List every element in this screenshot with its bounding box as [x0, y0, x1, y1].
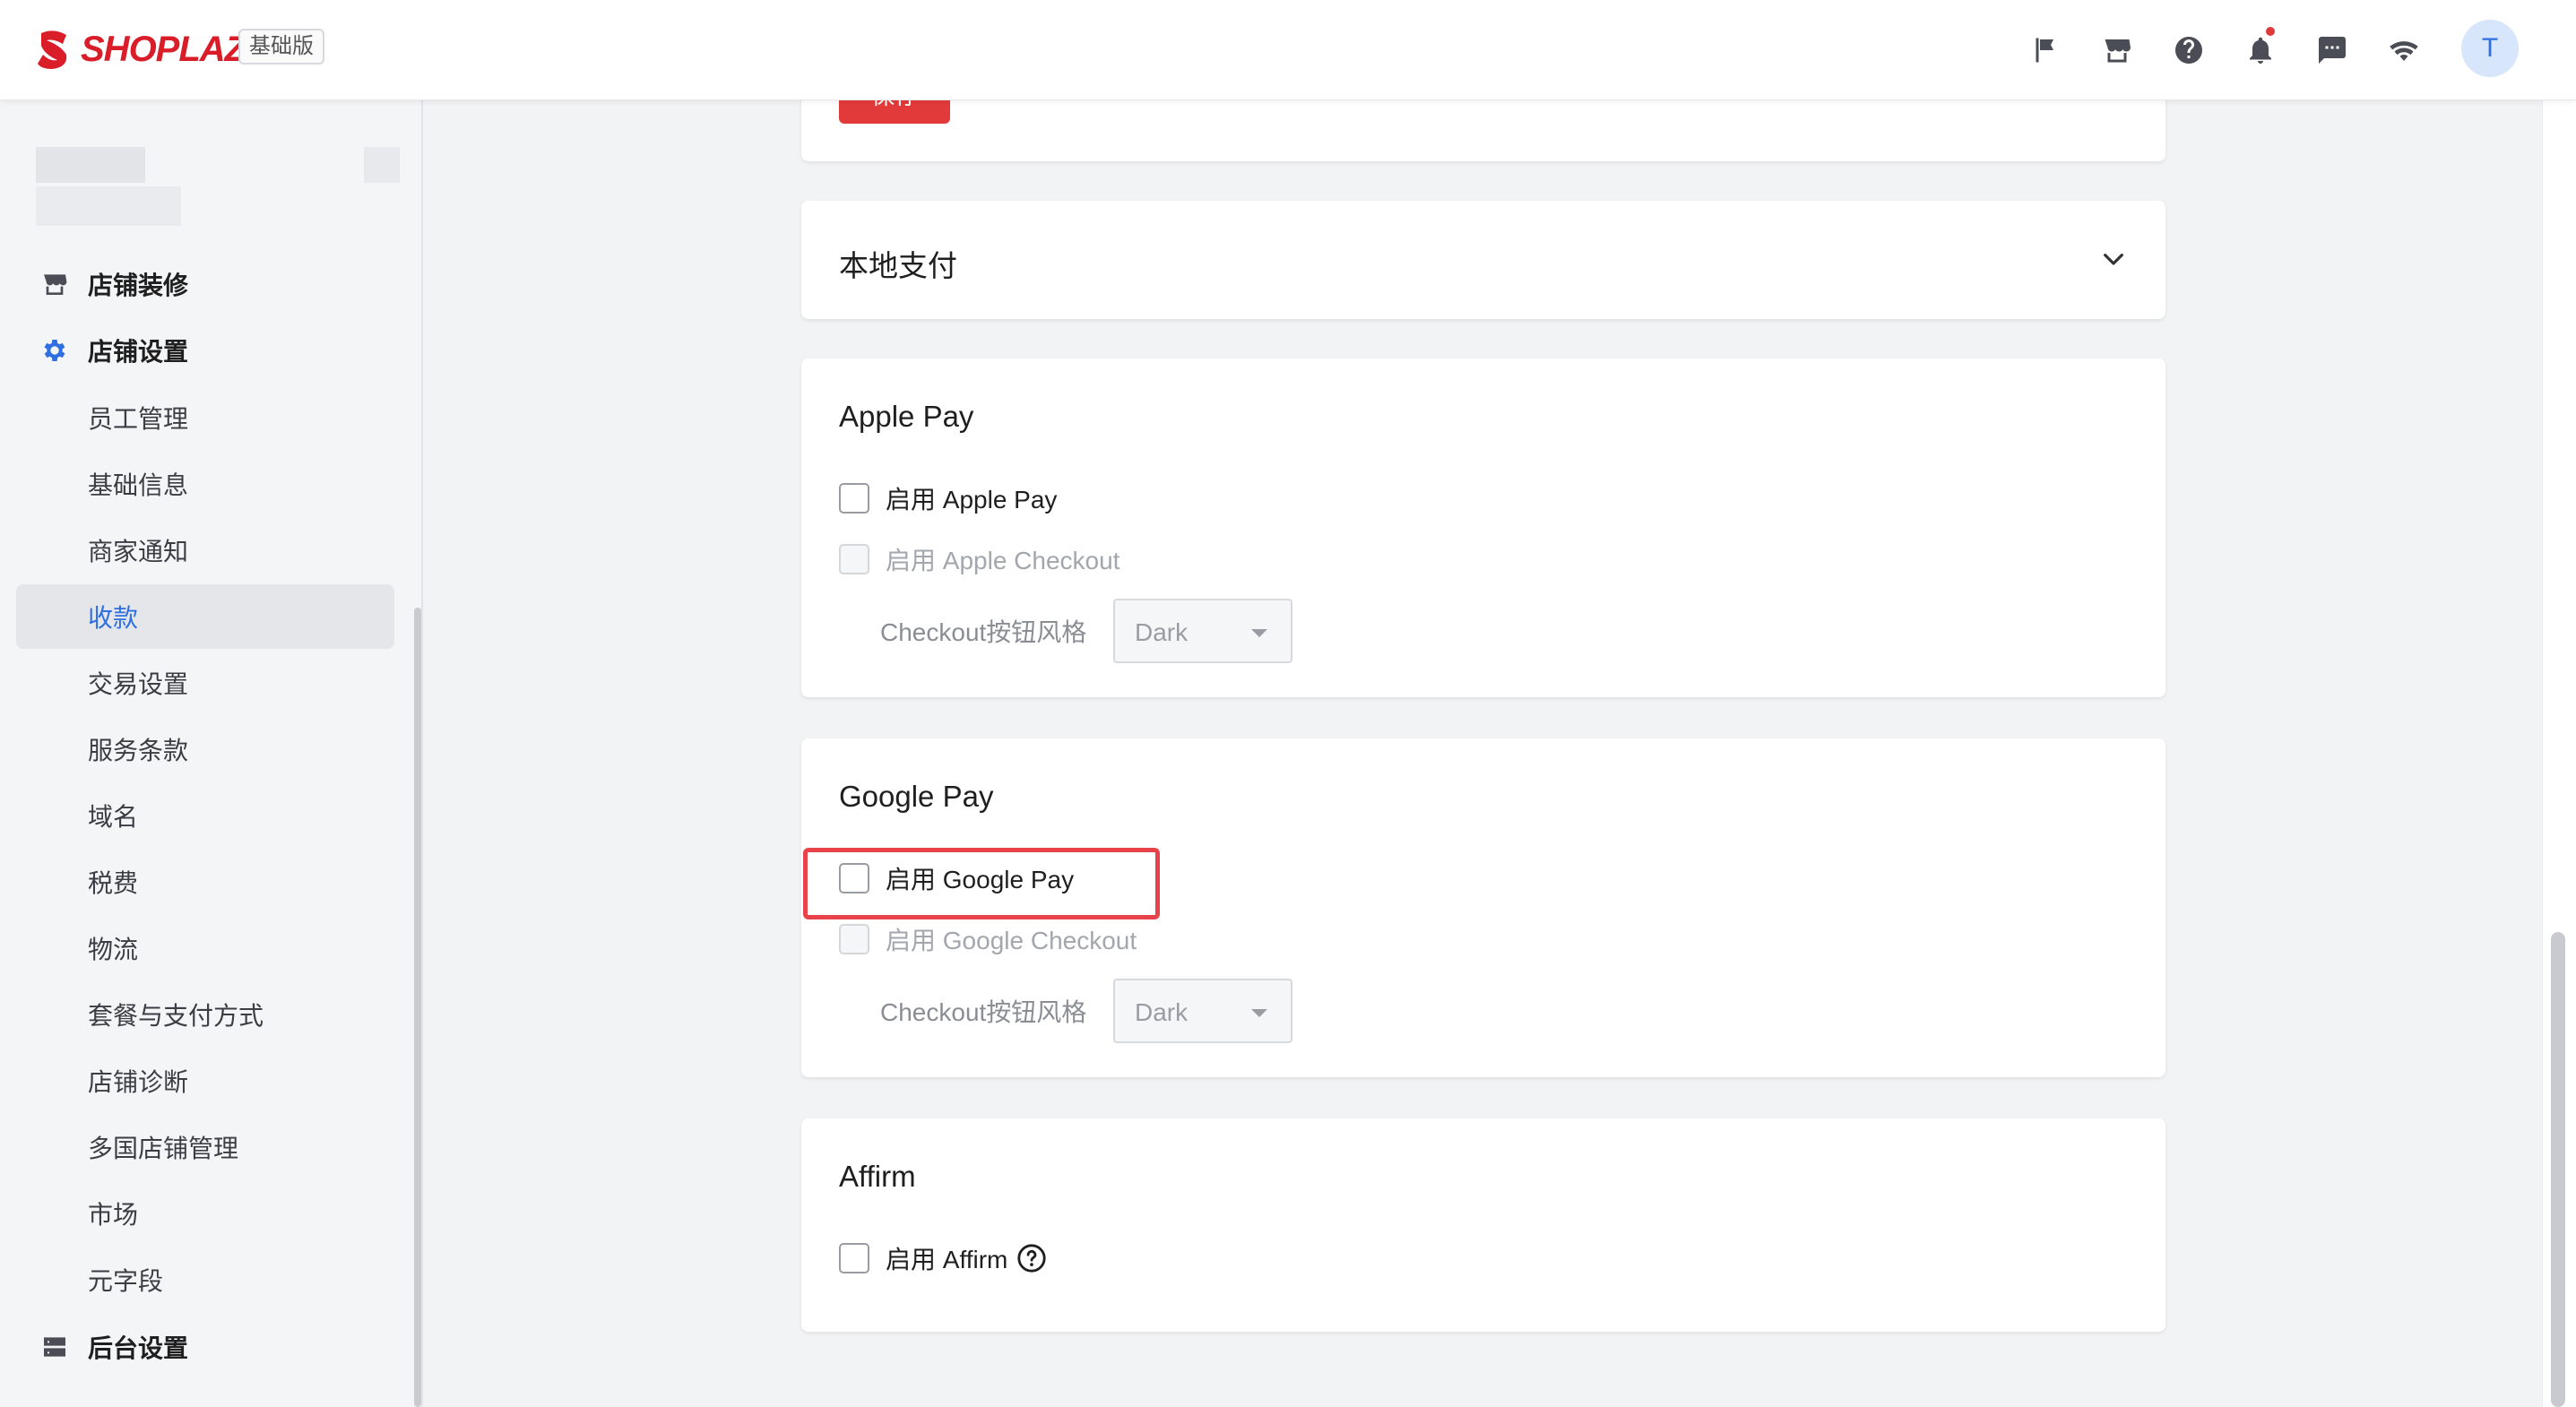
- sidebar-item-label: 商家通知: [88, 538, 189, 565]
- sidebar-item-store-diagnosis[interactable]: 店铺诊断: [16, 1049, 394, 1113]
- sidebar-item-checkout-settings[interactable]: 交易设置: [16, 651, 394, 715]
- sidebar-group-label: 后台设置: [88, 1334, 189, 1362]
- sidebar-item-label: 服务条款: [88, 737, 189, 764]
- sidebar-item-label: 员工管理: [88, 405, 189, 433]
- logo-mark-icon: [38, 30, 67, 69]
- affirm-enable-row[interactable]: 启用 Affirm: [839, 1240, 1047, 1276]
- chevron-down-icon[interactable]: [2099, 246, 2128, 274]
- bell-icon[interactable]: [2241, 30, 2280, 70]
- google-checkout-row: 启用 Google Checkout: [839, 921, 1137, 957]
- notification-dot: [2266, 27, 2275, 36]
- checkbox-label: 启用 Apple Pay: [886, 486, 1058, 514]
- sidebar-item-label: 基础信息: [88, 471, 189, 499]
- sidebar-item-label: 收款: [88, 604, 139, 632]
- google-checkout-style-select: Dark: [1113, 979, 1292, 1043]
- sidebar-group-store-settings[interactable]: 店铺设置: [0, 317, 423, 384]
- sidebar-item-label: 税费: [88, 869, 139, 897]
- store-icon: [39, 269, 70, 299]
- store-name-placeholder: [36, 147, 145, 183]
- apple-checkout-row: 启用 Apple Checkout: [839, 541, 1119, 577]
- gear-icon: [39, 335, 70, 366]
- sidebar-item-plans-billing[interactable]: 套餐与支付方式: [16, 982, 394, 1047]
- sidebar-group-label: 店铺装修: [88, 272, 189, 299]
- style-label: Checkout按钮风格: [880, 618, 1087, 646]
- affirm-card: Affirm 启用 Affirm: [801, 1118, 2165, 1332]
- sidebar-item-label: 多国店铺管理: [88, 1135, 239, 1162]
- caret-down-icon: [1251, 629, 1267, 637]
- checkbox-label: 启用 Affirm: [886, 1246, 1008, 1273]
- google-checkout-style-row: Checkout按钮风格 Dark: [880, 979, 1292, 1043]
- wifi-icon[interactable]: [2384, 30, 2424, 70]
- sidebar: 店铺装修 店铺设置 员工管理 基础信息 商家通知 收款 交易设置 服务条款 域名…: [0, 100, 423, 1407]
- sidebar-item-notifications[interactable]: 商家通知: [16, 518, 394, 583]
- apple-checkout-checkbox: [839, 544, 869, 574]
- help-icon[interactable]: [2169, 30, 2209, 70]
- local-payment-card[interactable]: 本地支付: [801, 201, 2165, 319]
- style-label: Checkout按钮风格: [880, 998, 1087, 1026]
- sidebar-item-multi-store[interactable]: 多国店铺管理: [16, 1115, 394, 1179]
- main-scrollbar-thumb[interactable]: [2551, 932, 2565, 1407]
- card-title: Affirm: [839, 1160, 916, 1193]
- message-icon[interactable]: [2312, 30, 2352, 70]
- select-value: Dark: [1135, 998, 1189, 1026]
- sidebar-item-domains[interactable]: 域名: [16, 783, 394, 848]
- sidebar-group-store-design[interactable]: 店铺装修: [0, 251, 423, 317]
- sidebar-item-label: 物流: [88, 936, 139, 963]
- sidebar-scrollbar[interactable]: [414, 608, 421, 1407]
- sidebar-item-label: 交易设置: [88, 670, 189, 698]
- store-url-placeholder: [36, 186, 181, 226]
- store-icon[interactable]: [2097, 30, 2137, 70]
- sidebar-item-label: 套餐与支付方式: [88, 1002, 264, 1030]
- sidebar-item-terms[interactable]: 服务条款: [16, 717, 394, 781]
- apple-checkout-style-row: Checkout按钮风格 Dark: [880, 599, 1292, 663]
- sidebar-item-payments[interactable]: 收款: [16, 584, 394, 649]
- sidebar-group-label: 店铺设置: [88, 338, 189, 366]
- checkbox-label: 启用 Google Checkout: [886, 927, 1137, 954]
- apple-pay-card: Apple Pay 启用 Apple Pay 启用 Apple Checkout…: [801, 358, 2165, 697]
- sidebar-item-label: 元字段: [88, 1267, 164, 1295]
- top-header: SHOPLAZZA 基础版 T: [0, 0, 2576, 100]
- sidebar-item-label: 店铺诊断: [88, 1068, 189, 1096]
- store-switch-placeholder[interactable]: [364, 147, 400, 183]
- server-icon: [39, 1332, 70, 1362]
- affirm-checkbox[interactable]: [839, 1243, 869, 1273]
- sidebar-item-basic-info[interactable]: 基础信息: [16, 452, 394, 516]
- checkbox-label: 启用 Apple Checkout: [886, 547, 1120, 574]
- sidebar-item-metafields[interactable]: 元字段: [16, 1247, 394, 1312]
- plan-badge: 基础版: [238, 29, 324, 65]
- sidebar-item-markets[interactable]: 市场: [16, 1181, 394, 1246]
- apple-checkout-style-select: Dark: [1113, 599, 1292, 663]
- google-checkout-checkbox: [839, 924, 869, 954]
- flag-icon[interactable]: [2026, 30, 2065, 70]
- sidebar-item-label: 市场: [88, 1201, 139, 1229]
- caret-down-icon: [1251, 1009, 1267, 1017]
- apple-pay-enable-row[interactable]: 启用 Apple Pay: [839, 480, 1057, 516]
- sidebar-group-admin-settings[interactable]: 后台设置: [0, 1314, 423, 1380]
- highlight-box: [803, 848, 1160, 919]
- select-value: Dark: [1135, 618, 1189, 646]
- card-title: Google Pay: [839, 780, 994, 813]
- apple-pay-checkbox[interactable]: [839, 483, 869, 514]
- sidebar-item-label: 域名: [88, 803, 139, 831]
- help-icon[interactable]: [1016, 1243, 1047, 1273]
- sidebar-item-staff[interactable]: 员工管理: [16, 385, 394, 450]
- card-title: 本地支付: [839, 249, 957, 282]
- card-title: Apple Pay: [839, 400, 974, 433]
- user-avatar[interactable]: T: [2461, 20, 2519, 77]
- sidebar-item-shipping[interactable]: 物流: [16, 916, 394, 980]
- sidebar-item-taxes[interactable]: 税费: [16, 850, 394, 914]
